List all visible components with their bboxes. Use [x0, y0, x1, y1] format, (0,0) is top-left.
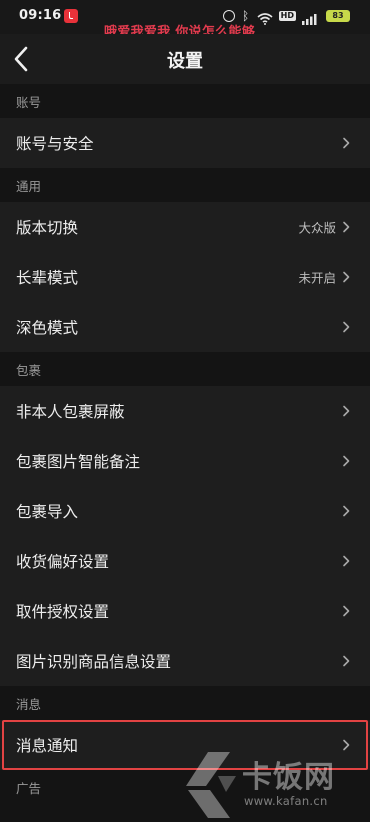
row-elder-mode[interactable]: 长辈模式 未开启 — [0, 252, 370, 302]
chevron-right-icon — [342, 221, 350, 233]
section-title: 通用 — [16, 179, 42, 194]
section-title: 消息 — [16, 697, 42, 712]
row-label: 包裹导入 — [16, 503, 79, 521]
bluetooth-icon: ᛒ — [242, 9, 250, 23]
section-title: 广告 — [16, 781, 42, 796]
row-dark-mode[interactable]: 深色模式 — [0, 302, 370, 352]
status-icons: ᛒ HD 83 — [222, 8, 350, 25]
wifi-icon — [257, 10, 273, 25]
chevron-right-icon — [342, 455, 350, 467]
row-label: 版本切换 — [16, 219, 79, 237]
chevron-right-icon — [342, 739, 350, 751]
row-pickup-authorization[interactable]: 取件授权设置 — [0, 586, 370, 636]
row-message-notifications[interactable]: 消息通知 — [0, 720, 370, 770]
chevron-right-icon — [342, 137, 350, 149]
row-label: 取件授权设置 — [16, 603, 110, 621]
chevron-right-icon — [342, 605, 350, 617]
row-value: 大众版 — [298, 220, 336, 236]
row-label: 消息通知 — [16, 737, 79, 755]
row-label: 图片识别商品信息设置 — [16, 653, 172, 671]
chevron-right-icon — [342, 505, 350, 517]
row-label: 账号与安全 — [16, 135, 94, 153]
row-block-others-packages[interactable]: 非本人包裹屏蔽 — [0, 386, 370, 436]
row-label: 包裹图片智能备注 — [16, 453, 141, 471]
alarm-icon — [222, 10, 235, 22]
row-label: 深色模式 — [16, 319, 79, 337]
app-notification-icon — [64, 9, 78, 23]
row-label: 收货偏好设置 — [16, 553, 110, 571]
status-time: 09:16 — [19, 8, 62, 23]
network-badge: HD — [278, 11, 296, 21]
chevron-right-icon — [342, 655, 350, 667]
settings-list: 账号 账号与安全 通用 版本切换 大众版 长辈模式 未开启 深色模式 包裹 非本… — [0, 84, 370, 804]
status-bar: 09:16 哦爱我爱我 你说怎么能够 ᛒ HD 83 — [0, 0, 370, 40]
row-package-image-notes[interactable]: 包裹图片智能备注 — [0, 436, 370, 486]
row-account-security[interactable]: 账号与安全 — [0, 118, 370, 168]
row-image-recognition[interactable]: 图片识别商品信息设置 — [0, 636, 370, 686]
section-header-package: 包裹 — [0, 352, 370, 386]
row-value: 未开启 — [298, 270, 336, 286]
section-header-messages: 消息 — [0, 686, 370, 720]
chevron-right-icon — [342, 271, 350, 283]
row-version-switch[interactable]: 版本切换 大众版 — [0, 202, 370, 252]
section-title: 账号 — [16, 95, 42, 110]
section-header-general: 通用 — [0, 168, 370, 202]
section-title: 包裹 — [16, 363, 42, 378]
signal-icon — [302, 10, 320, 25]
nav-bar: 设置 — [0, 34, 370, 84]
chevron-right-icon — [342, 321, 350, 333]
row-label: 非本人包裹屏蔽 — [16, 403, 125, 421]
page-title: 设置 — [167, 51, 203, 72]
section-header-ads: 广告 — [0, 770, 370, 804]
row-delivery-preferences[interactable]: 收货偏好设置 — [0, 536, 370, 586]
row-package-import[interactable]: 包裹导入 — [0, 486, 370, 536]
battery-icon: 83 — [326, 10, 350, 22]
row-label: 长辈模式 — [16, 269, 79, 287]
chevron-right-icon — [342, 555, 350, 567]
section-header-account: 账号 — [0, 84, 370, 118]
chevron-right-icon — [342, 405, 350, 417]
